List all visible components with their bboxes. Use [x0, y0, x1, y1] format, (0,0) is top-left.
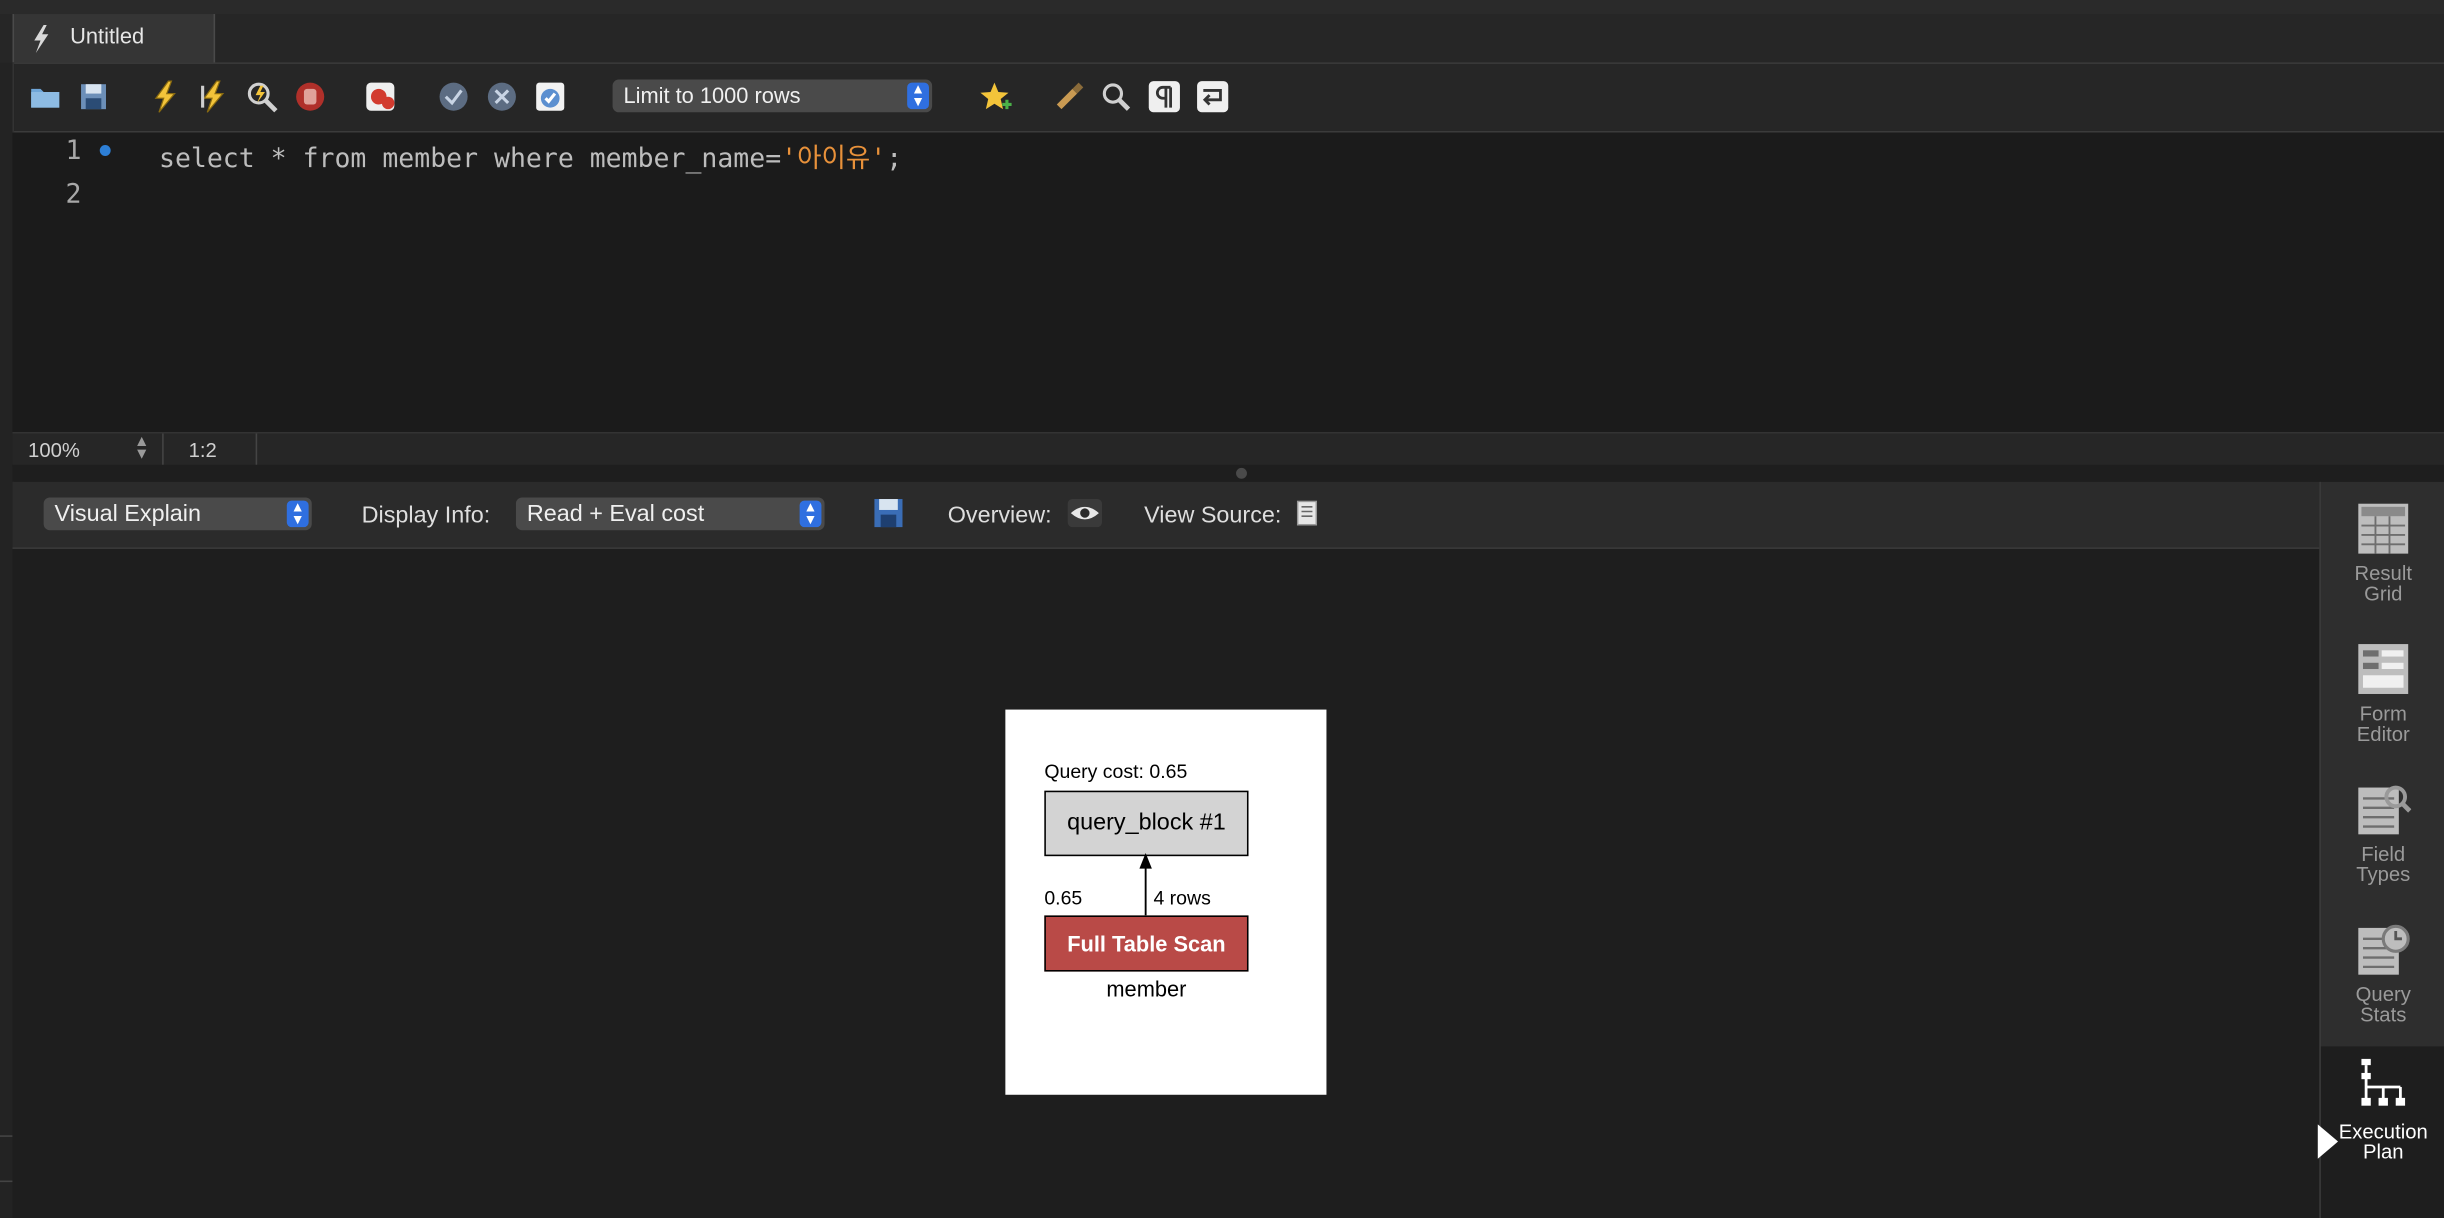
zoom-level[interactable]: 100% — [28, 438, 80, 461]
execution-plan-icon — [2361, 1058, 2406, 1106]
cost-value: 0.65 — [1044, 887, 1083, 910]
commit-icon[interactable] — [436, 80, 470, 114]
toggle-error-icon[interactable] — [363, 80, 397, 114]
rows-value: 4 rows — [1153, 887, 1211, 910]
table-name-label: member — [1106, 976, 1187, 1002]
open-folder-icon[interactable] — [28, 80, 62, 114]
left-edge-marker — [0, 1135, 13, 1183]
side-tab-label: Query Stats — [2355, 982, 2411, 1027]
display-info-select[interactable]: Read + Eval cost ▲ ▼ — [515, 497, 825, 531]
view-source-label: View Source: — [1144, 502, 1282, 529]
save-image-icon[interactable] — [873, 497, 904, 528]
display-info-label: Display Info: — [361, 502, 491, 529]
pane-splitter[interactable] — [12, 464, 2444, 482]
code-terminator: ; — [886, 143, 903, 175]
find-icon[interactable] — [1099, 80, 1133, 114]
chevron-updown-icon: ▲ ▼ — [907, 82, 929, 110]
form-editor-icon — [2358, 644, 2409, 694]
explain-icon[interactable] — [245, 80, 279, 114]
query-stats-icon — [2358, 924, 2410, 975]
overview-label: Overview: — [947, 502, 1052, 529]
splitter-grip-icon[interactable] — [1236, 467, 1247, 479]
view-mode-select[interactable]: Visual Explain ▲ ▼ — [43, 497, 312, 531]
cursor-position: 1:2 — [188, 438, 217, 462]
execute-icon[interactable] — [148, 80, 182, 114]
line-number: 2 — [65, 179, 82, 211]
side-tab-label: Form Editor — [2356, 701, 2410, 746]
flow-arrow — [1139, 853, 1152, 916]
wrap-icon[interactable] — [1196, 80, 1230, 114]
rollback-icon[interactable] — [485, 80, 519, 114]
field-types-icon — [2358, 785, 2412, 835]
explain-diagram: Query cost: 0.65 query_block #1 0.65 4 r… — [1005, 709, 1327, 1095]
query-block-node[interactable]: query_block #1 — [1044, 790, 1249, 857]
stop-icon[interactable] — [293, 80, 327, 114]
editor-status-bar: 100% ▲ ▼ 1:2 — [12, 431, 2444, 467]
side-tab-query-stats[interactable]: Query Stats — [2321, 906, 2444, 1043]
sql-editor[interactable]: 1 2 select * from member where member_na… — [12, 132, 2444, 432]
chevron-updown-icon: ▲ ▼ — [799, 500, 822, 528]
side-panel: Result Grid Form Editor Field Types Query St… — [2317, 481, 2444, 1218]
result-toolbar: Visual Explain ▲ ▼ Display Info: Read + E… — [12, 481, 2320, 549]
tab-untitled[interactable]: Untitled — [12, 14, 216, 63]
line-number: 1 — [65, 135, 82, 167]
execute-current-icon[interactable] — [196, 80, 230, 114]
side-tab-label: Result Grid — [2354, 561, 2412, 606]
side-tab-label: Execution Plan — [2338, 1119, 2428, 1164]
tab-title: Untitled — [70, 23, 145, 49]
tab-bar: Untitled — [0, 14, 2444, 64]
document-icon[interactable] — [1296, 500, 1318, 526]
chevron-updown-icon: ▲ ▼ — [286, 500, 309, 528]
display-info-value: Read + Eval cost — [526, 500, 705, 528]
query-cost-label: Query cost: 0.65 — [1044, 761, 1188, 783]
view-mode-value: Visual Explain — [54, 500, 201, 528]
side-tab-result-grid[interactable]: Result Grid — [2321, 485, 2444, 622]
sql-tab-icon — [34, 24, 49, 54]
limit-rows-select[interactable]: Limit to 1000 rows ▲ ▼ — [612, 79, 933, 113]
limit-rows-value: Limit to 1000 rows — [623, 82, 801, 108]
save-icon[interactable] — [76, 80, 110, 114]
invisibles-icon[interactable] — [1147, 80, 1181, 114]
beautify-icon[interactable] — [1051, 80, 1085, 114]
statement-marker-icon — [99, 145, 111, 156]
autocommit-icon[interactable] — [533, 80, 567, 114]
side-tab-execution-plan[interactable]: Execution Plan — [2317, 1046, 2444, 1218]
side-tab-label: Field Types — [2356, 842, 2411, 886]
add-snippet-icon[interactable] — [979, 80, 1013, 114]
full-table-scan-node[interactable]: Full Table Scan — [1044, 915, 1249, 972]
code-text: select * from member where member_name= — [158, 143, 782, 175]
query-toolbar: Limit to 1000 rows ▲ ▼ — [0, 63, 2444, 133]
zoom-stepper-icon[interactable]: ▲ ▼ — [134, 434, 149, 462]
code-string-literal: '아이유' — [781, 143, 887, 175]
eye-icon[interactable] — [1067, 499, 1103, 528]
visual-explain-canvas[interactable]: Query cost: 0.65 query_block #1 0.65 4 r… — [12, 548, 2320, 1218]
code-line-1[interactable]: select * from member where member_name='… — [158, 136, 903, 175]
side-tab-form-editor[interactable]: Form Editor — [2321, 625, 2444, 762]
side-tab-field-types[interactable]: Field Types — [2321, 766, 2444, 903]
result-grid-icon — [2358, 503, 2409, 554]
